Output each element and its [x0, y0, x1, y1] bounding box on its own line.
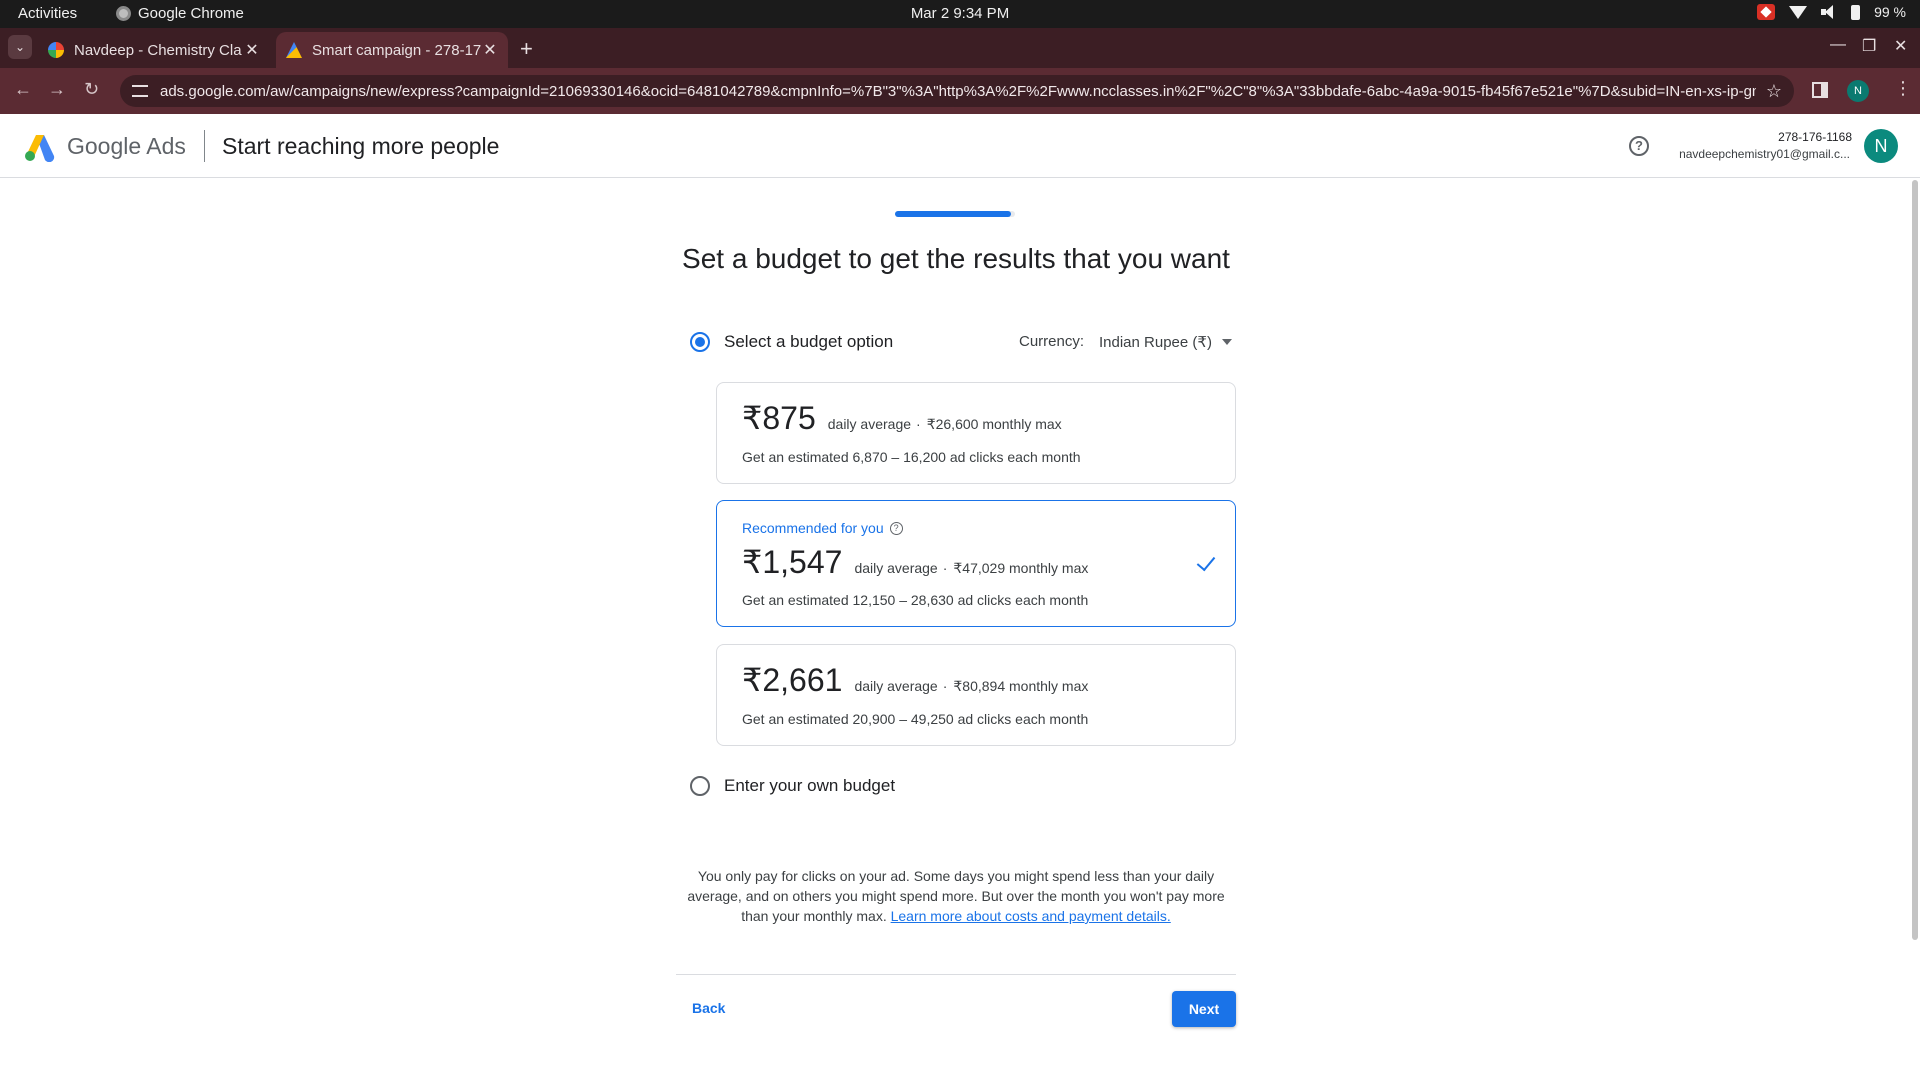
tab-strip: ⌄ Navdeep - Chemistry Cla ✕ Smart campai…	[0, 28, 1920, 68]
budget-option-high[interactable]: ₹2,661 daily average · ₹80,894 monthly m…	[716, 644, 1236, 746]
budget-heading: Set a budget to get the results that you…	[682, 243, 1230, 274]
budget-option-low[interactable]: ₹875 daily average · ₹26,600 monthly max…	[716, 382, 1236, 484]
battery-icon	[1851, 4, 1861, 20]
url-text[interactable]: ads.google.com/aw/campaigns/new/express?…	[160, 83, 1756, 100]
new-tab-button[interactable]: +	[520, 36, 533, 62]
budget-amount: ₹1,547	[742, 544, 843, 580]
chrome-menu-icon[interactable]: ⋮	[1894, 78, 1912, 99]
google-ads-icon	[286, 42, 302, 58]
budget-option-recommended[interactable]: Recommended for you ? ₹1,547 daily avera…	[716, 500, 1236, 627]
wifi-icon	[1789, 5, 1808, 19]
monthly-max: ₹80,894 monthly max	[953, 678, 1089, 694]
currency-value: Indian Rupee (₹)	[1099, 334, 1212, 351]
account-email[interactable]: navdeepchemistry01@gmail.c...	[1679, 147, 1850, 161]
back-arrow-icon[interactable]: ←	[14, 79, 32, 100]
tab-navdeep[interactable]: Navdeep - Chemistry Cla ✕	[38, 32, 270, 68]
enter-own-budget-label[interactable]: Enter your own budget	[724, 776, 895, 796]
select-budget-option-radio[interactable]	[690, 332, 710, 352]
chrome-icon	[116, 6, 131, 21]
tab-search-button[interactable]: ⌄	[8, 35, 32, 59]
recommended-badge: Recommended for you ?	[742, 520, 903, 536]
select-budget-option-label[interactable]: Select a budget option	[724, 332, 893, 352]
address-bar[interactable]: ads.google.com/aw/campaigns/new/express?…	[120, 75, 1794, 107]
monthly-max: ₹47,029 monthly max	[953, 560, 1089, 576]
google-ads-logo-icon[interactable]	[24, 132, 56, 162]
estimated-clicks: Get an estimated 12,150 – 28,630 ad clic…	[742, 592, 1089, 608]
daily-average-label: daily average	[854, 678, 938, 694]
bookmark-star-icon[interactable]: ☆	[1766, 81, 1782, 102]
account-id[interactable]: 278-176-1168	[1778, 130, 1852, 144]
close-tab-icon[interactable]: ✕	[244, 40, 260, 60]
budget-amount: ₹2,661	[742, 662, 843, 698]
footer-divider	[676, 974, 1236, 975]
app-menu[interactable]: Google Chrome	[116, 5, 244, 22]
restore-icon[interactable]: ❐	[1862, 36, 1876, 56]
learn-more-link[interactable]: Learn more about costs and payment detai…	[891, 908, 1171, 924]
next-button[interactable]: Next	[1172, 991, 1236, 1027]
account-avatar[interactable]: N	[1864, 129, 1898, 163]
close-window-icon[interactable]: ✕	[1894, 36, 1907, 56]
header-divider	[204, 130, 205, 162]
help-circle-icon[interactable]: ?	[889, 521, 903, 535]
site-info-icon[interactable]	[132, 85, 148, 97]
clock[interactable]: Mar 2 9:34 PM	[0, 5, 1920, 22]
volume-icon	[1821, 5, 1837, 19]
enter-own-budget-radio[interactable]	[690, 776, 710, 796]
estimated-clicks: Get an estimated 20,900 – 49,250 ad clic…	[742, 711, 1089, 727]
google-g-icon	[48, 42, 64, 58]
minimize-icon[interactable]: —	[1830, 36, 1846, 54]
step-progress-bar	[895, 211, 1015, 217]
daily-average-label: daily average	[854, 560, 938, 576]
progress-fill	[895, 211, 1012, 217]
dropdown-caret-icon	[1221, 339, 1232, 345]
activities-button[interactable]: Activities	[18, 5, 77, 22]
payment-footnote: You only pay for clicks on your ad. Some…	[676, 866, 1236, 926]
tab-title: Navdeep - Chemistry Cla	[74, 41, 242, 59]
reload-icon[interactable]: ↻	[84, 79, 99, 100]
page-scrollbar[interactable]	[1912, 180, 1918, 940]
tab-title: Smart campaign - 278-17	[312, 41, 482, 59]
battery-percentage: 99 %	[1874, 4, 1906, 20]
app-name: Google Chrome	[138, 5, 244, 22]
monthly-max: ₹26,600 monthly max	[926, 416, 1062, 432]
profile-avatar[interactable]: N	[1847, 80, 1869, 102]
page-title: Start reaching more people	[222, 133, 500, 159]
close-tab-icon[interactable]: ✕	[482, 40, 498, 60]
budget-amount: ₹875	[742, 400, 816, 436]
ads-header: Google Ads Start reaching more people ? …	[0, 114, 1920, 178]
selected-check-icon	[1196, 551, 1216, 572]
currency-label: Currency:	[1019, 333, 1085, 350]
daily-average-label: daily average	[827, 416, 912, 432]
side-panel-icon[interactable]	[1812, 82, 1828, 98]
ads-brand-name: Google Ads	[67, 133, 186, 159]
system-tray[interactable]: 99 %	[1757, 4, 1906, 20]
system-top-bar: Activities Google Chrome Mar 2 9:34 PM 9…	[0, 0, 1920, 28]
help-icon[interactable]: ?	[1629, 136, 1649, 156]
screen-record-icon[interactable]	[1757, 4, 1776, 20]
tab-smart-campaign[interactable]: Smart campaign - 278-17 ✕	[276, 32, 508, 68]
estimated-clicks: Get an estimated 6,870 – 16,200 ad click…	[742, 449, 1081, 465]
currency-dropdown[interactable]: Indian Rupee (₹)	[1099, 333, 1232, 351]
back-button[interactable]: Back	[692, 1000, 725, 1016]
browser-toolbar: ← → ↻ ads.google.com/aw/campaigns/new/ex…	[0, 68, 1920, 114]
forward-arrow-icon[interactable]: →	[48, 79, 66, 100]
